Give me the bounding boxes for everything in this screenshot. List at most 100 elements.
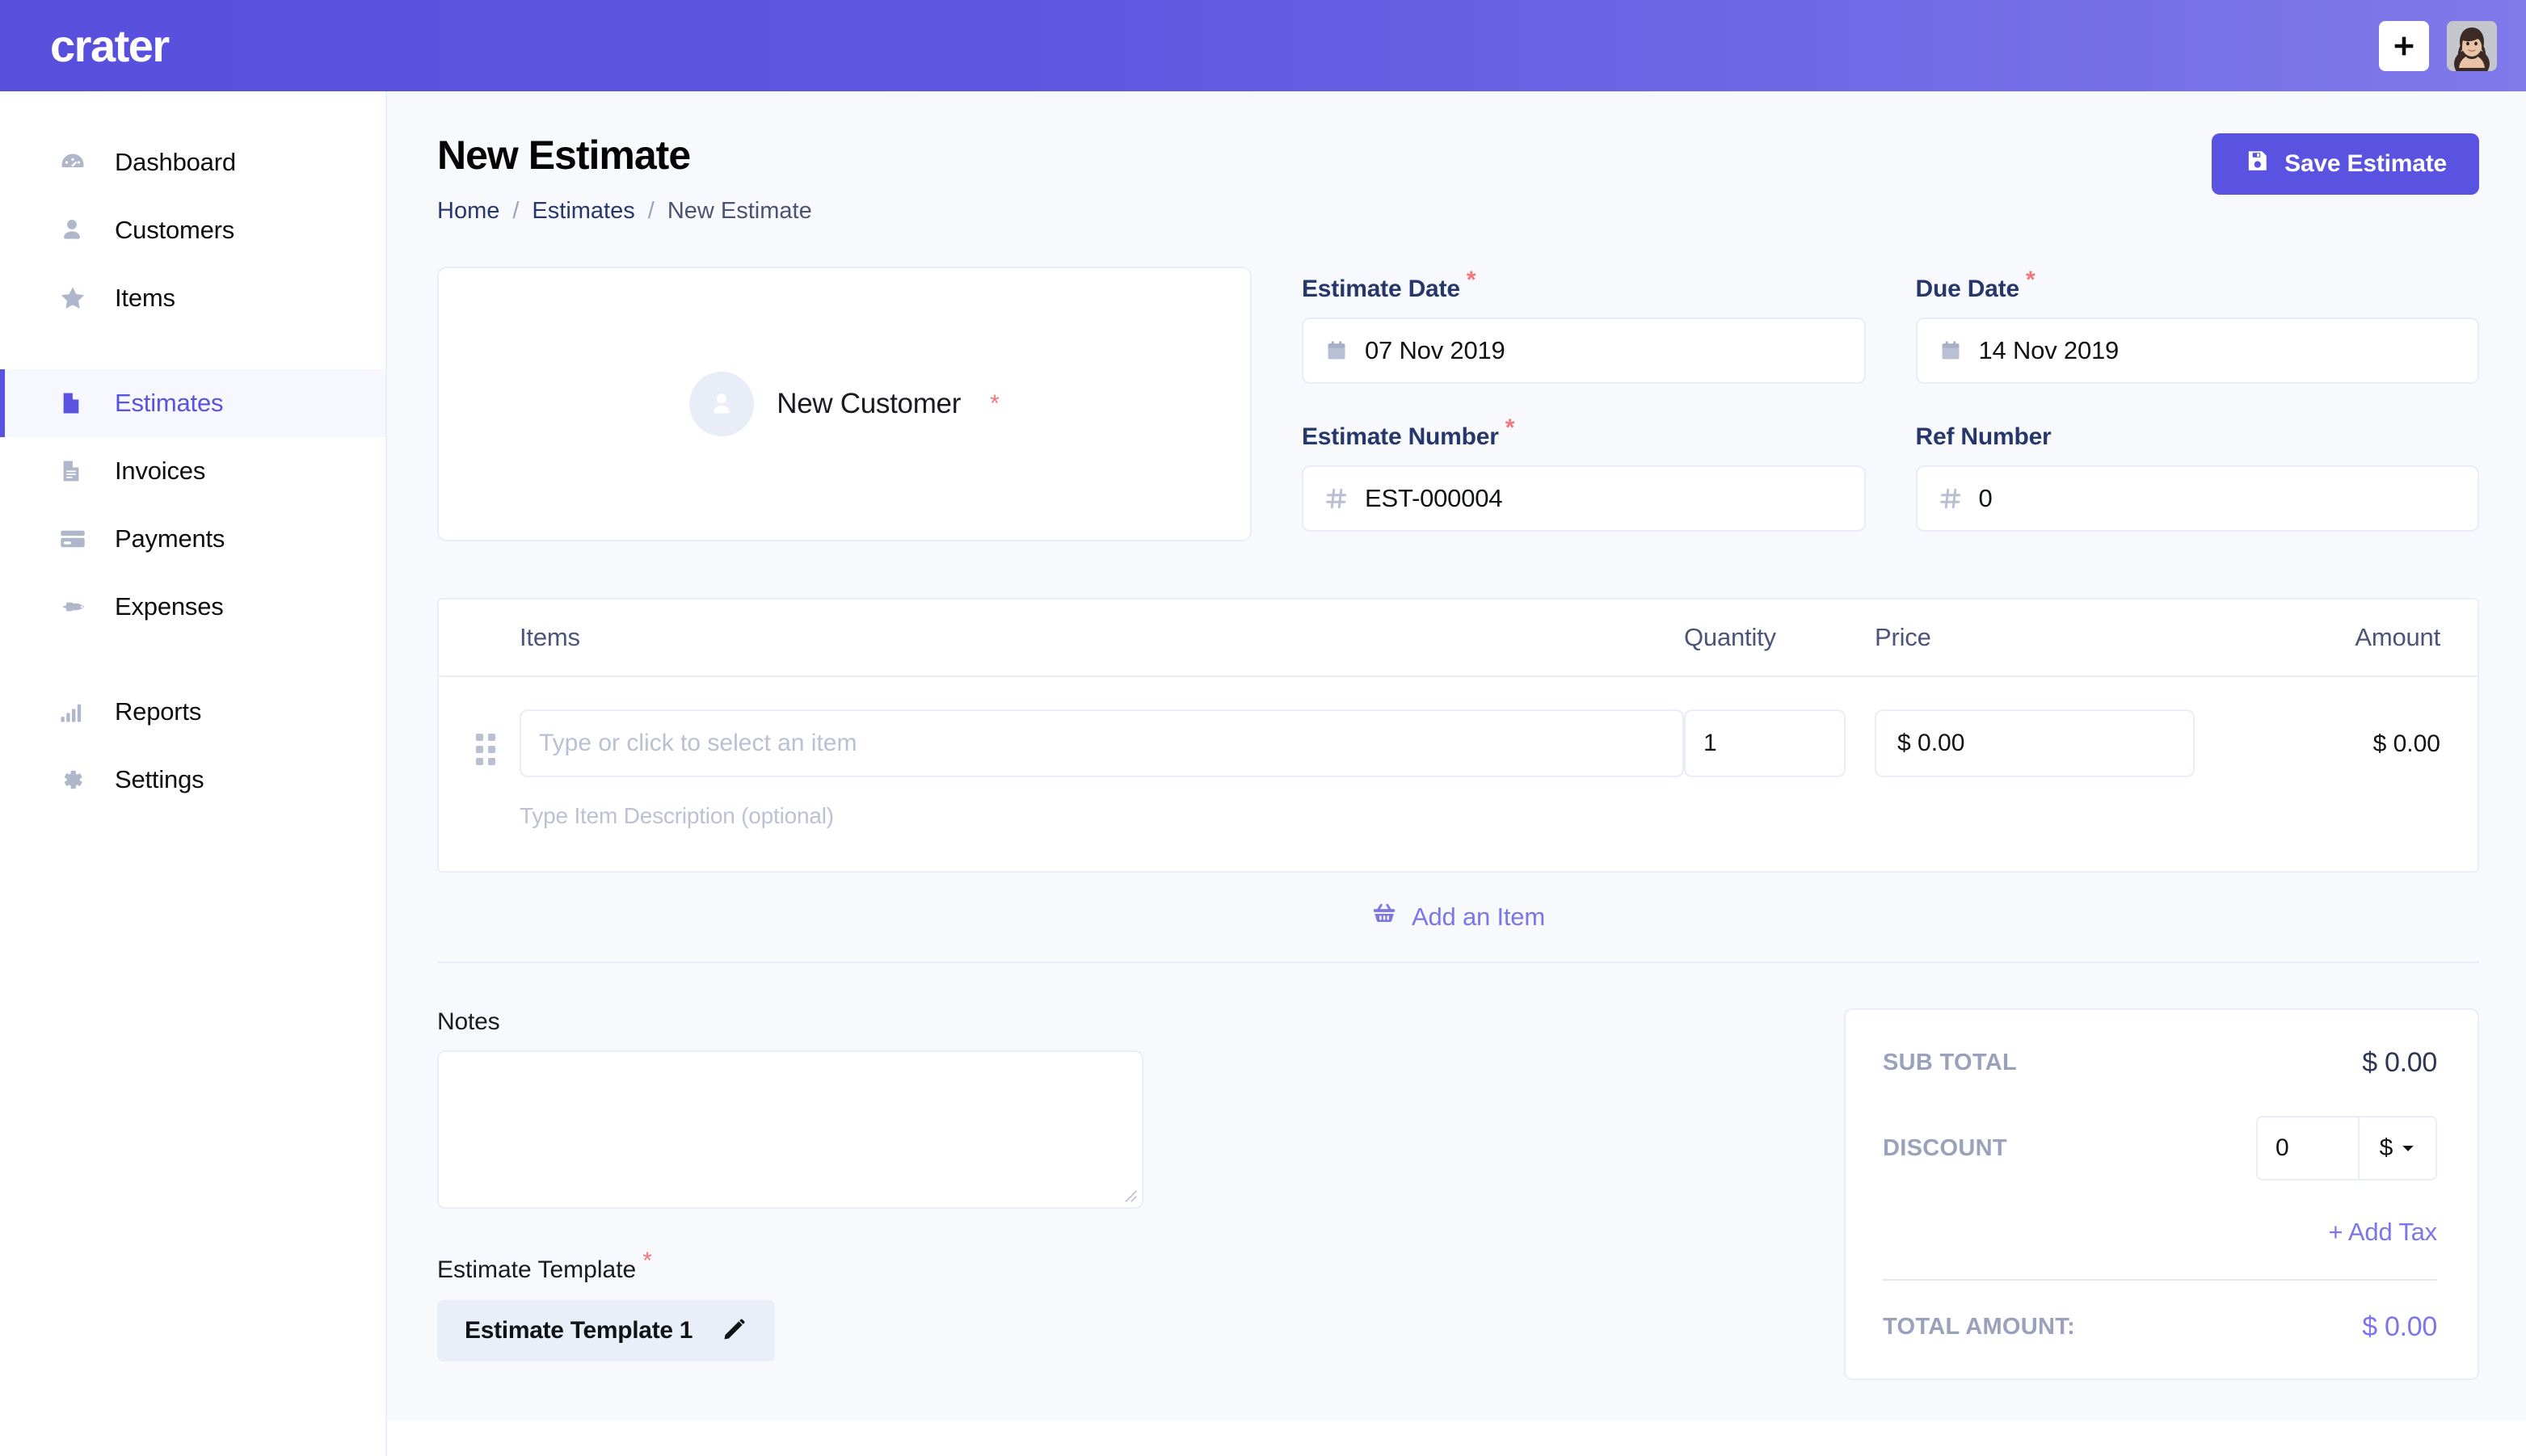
sidebar-item-label: Invoices (115, 457, 206, 485)
invoice-icon (58, 458, 95, 484)
sidebar-item-items[interactable]: Items (0, 264, 385, 332)
estimate-number-input[interactable]: EST-000004 (1302, 465, 1866, 532)
sidebar: Dashboard Customers Items Estimates Invo… (0, 91, 387, 1456)
field-label-estimate-number: Estimate Number * (1302, 414, 1866, 451)
discount-type-select[interactable]: $ (2358, 1117, 2435, 1179)
sub-total-value: $ 0.00 (2362, 1047, 2437, 1078)
breadcrumb-estimates[interactable]: Estimates (532, 198, 634, 225)
due-date-value: 14 Nov 2019 (1978, 336, 2120, 364)
price-input[interactable]: $ 0.00 (1875, 709, 2195, 777)
calendar-icon (1324, 339, 1349, 363)
sidebar-item-reports[interactable]: Reports (0, 678, 385, 746)
sidebar-item-label: Items (115, 284, 175, 312)
drag-handle-icon[interactable] (476, 709, 520, 765)
breadcrumb-separator: / (512, 198, 520, 224)
discount-input[interactable] (2258, 1117, 2358, 1179)
add-tax-button[interactable]: + Add Tax (2328, 1218, 2437, 1247)
sidebar-item-expenses[interactable]: Expenses (0, 573, 385, 641)
discount-row: DISCOUNT $ (1883, 1116, 2437, 1180)
notes-textarea[interactable] (437, 1050, 1143, 1209)
sidebar-item-payments[interactable]: Payments (0, 505, 385, 573)
resize-handle-icon (1125, 1190, 1137, 1202)
column-header-amount: Amount (2355, 623, 2440, 651)
field-label-estimate-date: Estimate Date * (1302, 267, 1866, 303)
add-an-item-label: Add an Item (1412, 903, 1545, 931)
credit-card-icon (58, 524, 95, 553)
quantity-input[interactable] (1684, 709, 1846, 777)
estimate-form-bottom: Notes Estimate Template * Estimate Templa… (437, 1008, 2479, 1380)
ref-number-value: 0 (1978, 484, 1993, 512)
price-cell: $ 0.00 (1875, 709, 2230, 777)
breadcrumb-separator: / (647, 198, 655, 224)
sidebar-group-main: Dashboard Customers Items (0, 128, 385, 332)
save-estimate-label: Save Estimate (2284, 150, 2447, 177)
notes-column: Notes Estimate Template * Estimate Templa… (437, 1008, 1148, 1361)
discount-type-value: $ (2379, 1134, 2393, 1161)
discount-control: $ (2256, 1116, 2437, 1180)
calendar-icon (1939, 339, 1963, 363)
bar-chart-icon (58, 698, 95, 726)
breadcrumb-current: New Estimate (667, 198, 812, 224)
save-estimate-button[interactable]: Save Estimate (2212, 133, 2479, 195)
sub-total-row: SUB TOTAL $ 0.00 (1883, 1047, 2437, 1079)
avatar[interactable] (2447, 20, 2497, 71)
plus-icon (2390, 32, 2418, 60)
document-icon (58, 390, 95, 416)
topbar-actions (2379, 20, 2497, 71)
item-cell: Type Item Description (optional) (520, 709, 1684, 829)
sidebar-item-label: Dashboard (115, 148, 236, 176)
add-item-row[interactable]: Add an Item (437, 873, 2479, 962)
save-icon (2244, 148, 2270, 180)
page-bottom-strip (387, 1420, 2526, 1456)
estimate-date-value: 07 Nov 2019 (1365, 336, 1505, 364)
sidebar-item-settings[interactable]: Settings (0, 746, 385, 814)
items-table: Items Quantity Price Amount Type or clic… (437, 598, 2479, 873)
add-tax-row: + Add Tax (1883, 1218, 2437, 1247)
ref-number-input[interactable]: 0 (1915, 465, 2479, 532)
estimate-number-value: EST-000004 (1365, 484, 1503, 512)
due-date-input[interactable]: 14 Nov 2019 (1915, 318, 2479, 384)
label-text: Estimate Date (1302, 276, 1460, 302)
total-amount-value: $ 0.00 (2362, 1311, 2437, 1342)
sidebar-group-billing: Estimates Invoices Payments Expenses (0, 369, 385, 641)
app-root: crater Dashboard Customers Items Estimat… (0, 0, 2526, 1456)
body-wrapper: Dashboard Customers Items Estimates Invo… (0, 91, 2526, 1456)
new-customer-label: New Customer (777, 388, 962, 419)
quantity-field[interactable] (1703, 730, 1826, 757)
page-header-left: New Estimate Home / Estimates / New Esti… (437, 133, 812, 225)
required-asterisk: * (1466, 267, 1476, 293)
item-select-input[interactable] (520, 709, 1684, 777)
star-icon (58, 284, 95, 313)
quantity-cell (1684, 709, 1875, 777)
add-new-button[interactable] (2379, 20, 2429, 71)
sidebar-divider-1 (0, 332, 385, 369)
sidebar-item-label: Estimates (115, 389, 224, 417)
field-ref-number: Ref Number 0 (1915, 414, 2479, 532)
field-estimate-date: Estimate Date * 07 Nov 2019 (1302, 267, 1866, 384)
field-estimate-number: Estimate Number * EST-000004 (1302, 414, 1866, 532)
sidebar-item-invoices[interactable]: Invoices (0, 437, 385, 505)
column-header-items: Items (520, 623, 580, 651)
sidebar-item-estimates[interactable]: Estimates (0, 369, 385, 437)
sidebar-item-label: Customers (115, 216, 235, 244)
add-an-item-button[interactable]: Add an Item (1371, 901, 1545, 933)
sidebar-item-dashboard[interactable]: Dashboard (0, 128, 385, 196)
main-content: New Estimate Home / Estimates / New Esti… (387, 91, 2526, 1456)
breadcrumb-home[interactable]: Home (437, 198, 499, 225)
estimate-date-input[interactable]: 07 Nov 2019 (1302, 318, 1866, 384)
estimate-template-chip[interactable]: Estimate Template 1 (437, 1300, 776, 1361)
dashboard-icon (58, 148, 95, 177)
user-avatar-image (2447, 20, 2497, 71)
drag-dots (476, 734, 495, 765)
item-name-field[interactable] (539, 730, 1665, 757)
required-asterisk: * (2025, 267, 2036, 293)
pencil-icon[interactable] (722, 1316, 747, 1346)
sidebar-item-customers[interactable]: Customers (0, 196, 385, 264)
new-customer-card[interactable]: New Customer * (437, 267, 1252, 541)
discount-label: DISCOUNT (1883, 1134, 2007, 1161)
item-description-field[interactable]: Type Item Description (optional) (520, 803, 1684, 829)
sidebar-divider-2 (0, 641, 385, 678)
total-amount-label: TOTAL AMOUNT: (1883, 1314, 2076, 1340)
sidebar-item-label: Reports (115, 697, 202, 726)
app-logo[interactable]: crater (50, 23, 170, 69)
